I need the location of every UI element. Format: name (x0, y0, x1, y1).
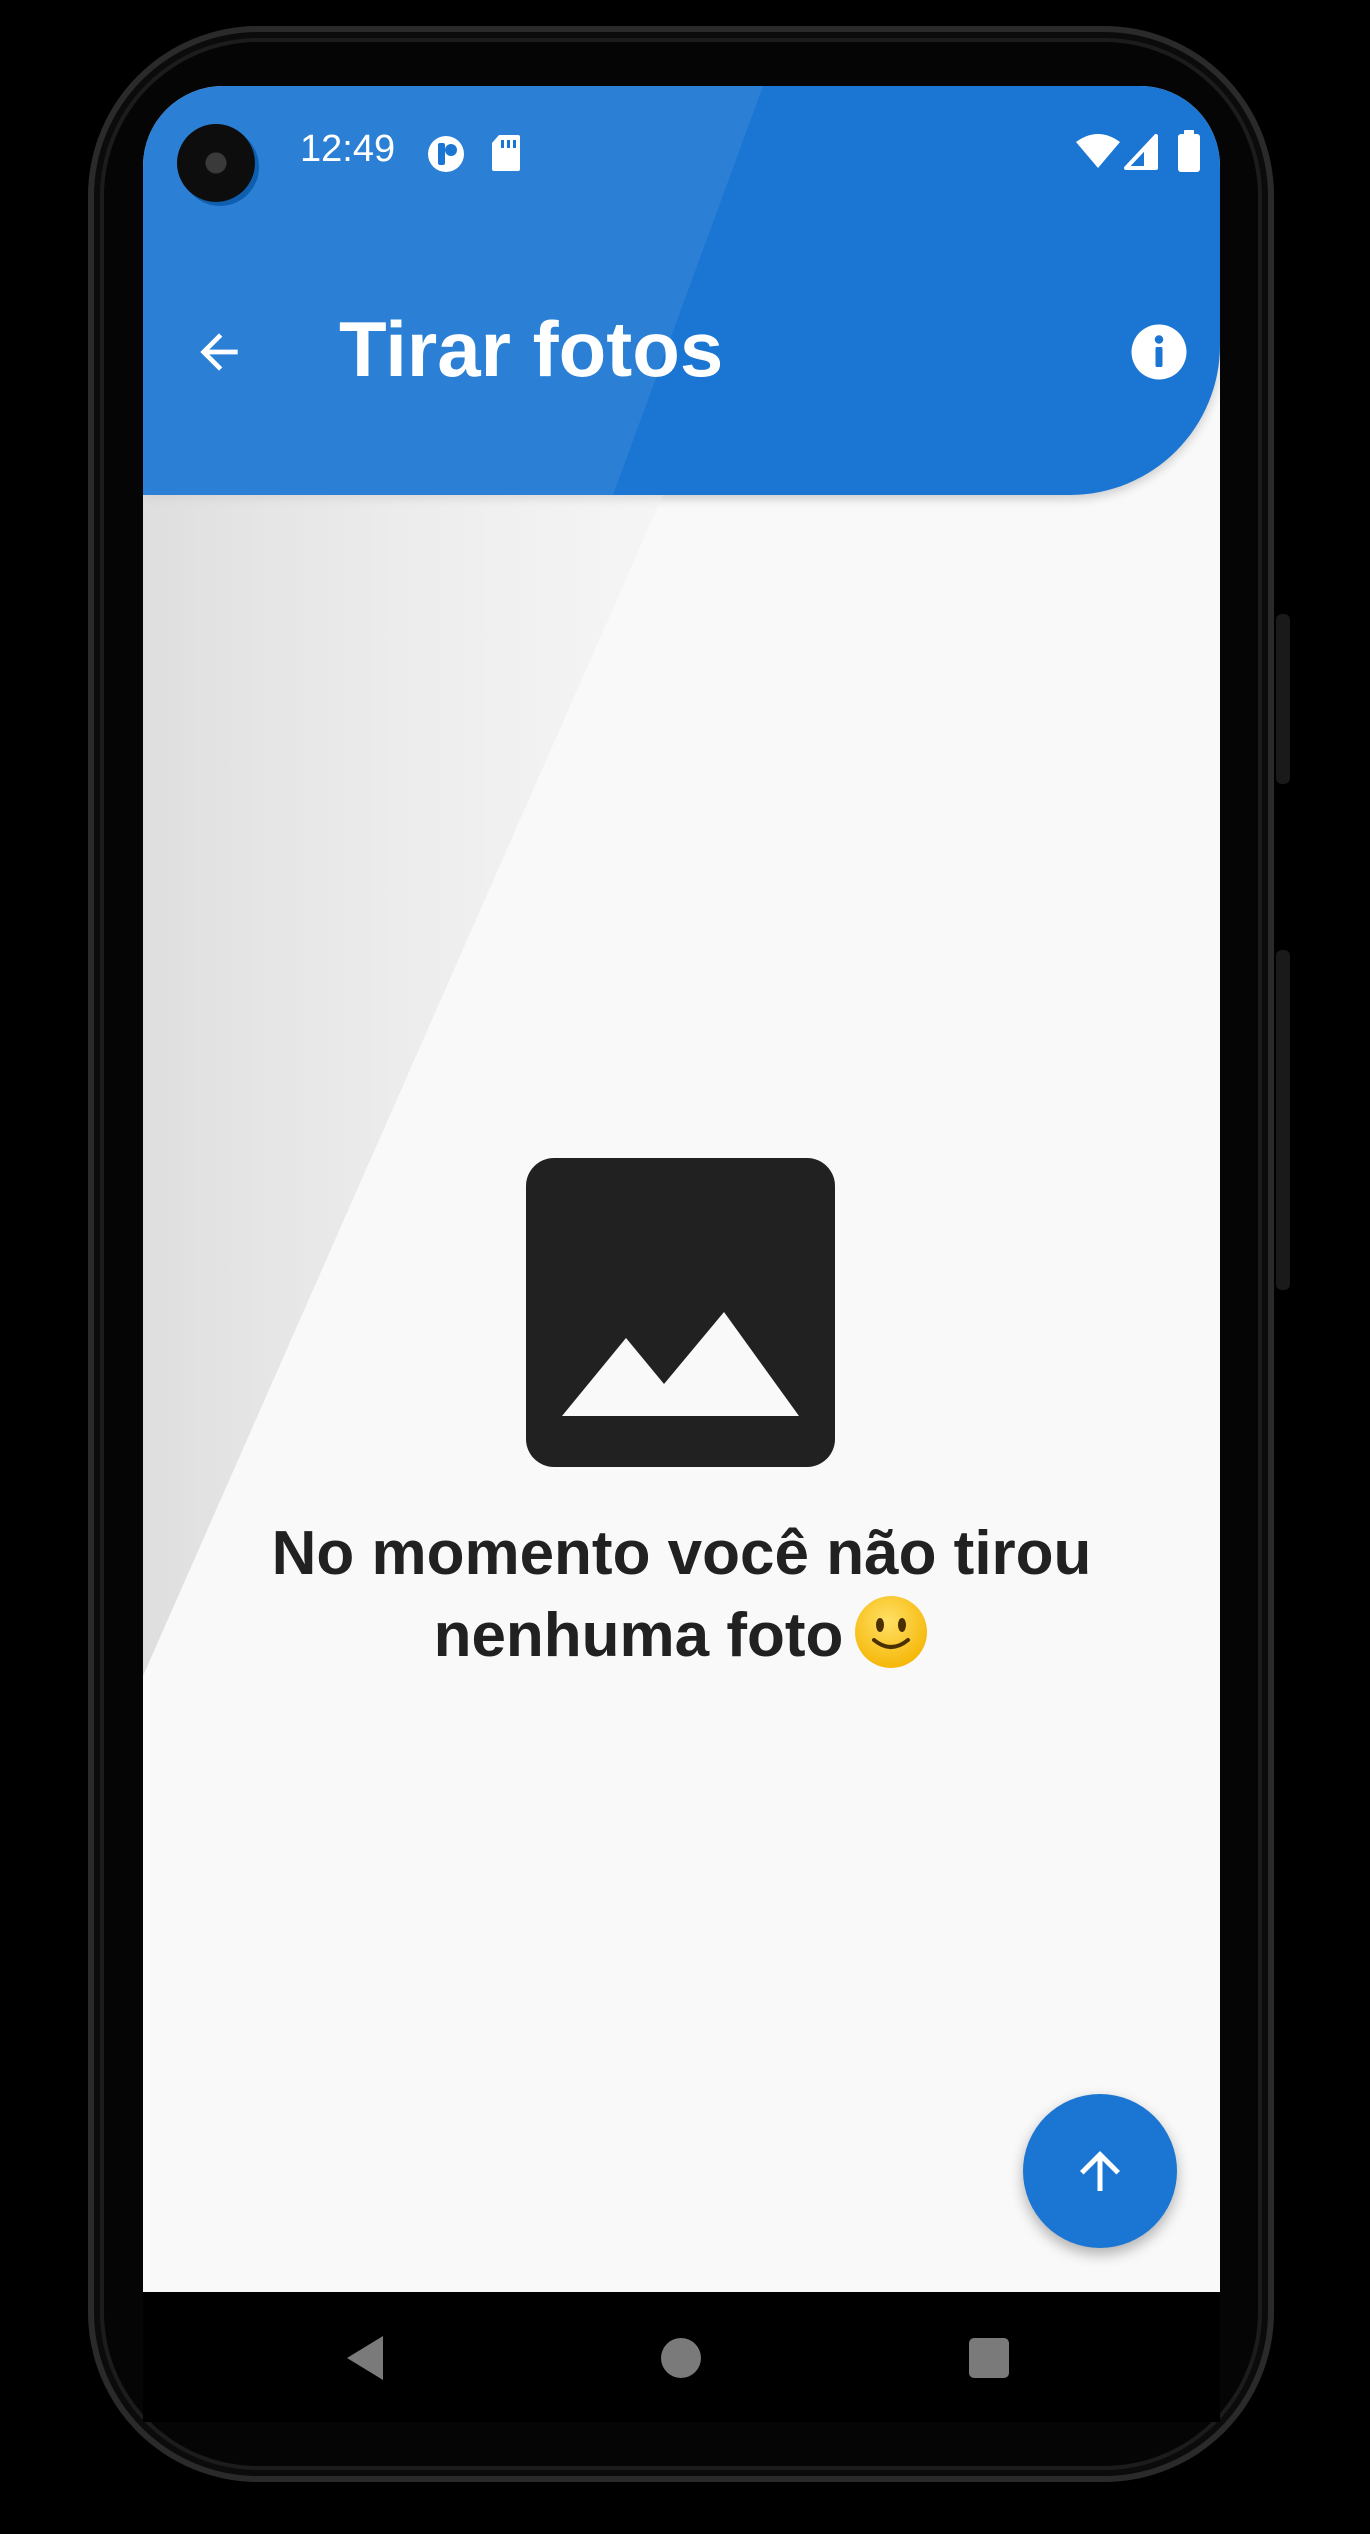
arrow-back-icon (200, 333, 238, 371)
back-button[interactable] (183, 316, 255, 388)
notification-app-icon (428, 136, 464, 172)
device-stage: 12:49 Tirar fotos No momento você não ti… (0, 0, 1370, 2534)
sd-card-icon (492, 135, 520, 171)
nav-recents-icon[interactable] (969, 2338, 1009, 2378)
status-bar: 12:49 (143, 86, 1220, 216)
battery-icon (1178, 130, 1200, 172)
signal-icon (1124, 134, 1158, 170)
info-button[interactable] (1123, 316, 1195, 388)
app-bar: 12:49 Tirar fotos (143, 86, 1220, 495)
info-icon (1131, 324, 1187, 380)
scroll-to-top-fab[interactable] (1023, 2094, 1177, 2248)
nav-back-icon[interactable] (343, 2334, 387, 2382)
wifi-icon (1076, 134, 1120, 168)
arrow-upward-icon (1080, 2151, 1120, 2191)
power-button (1276, 614, 1290, 784)
empty-state-message: No momento você não tirou nenhuma foto (203, 1514, 1160, 1676)
front-camera (177, 124, 255, 202)
navigation-bar (143, 2292, 1220, 2422)
volume-button (1276, 950, 1290, 1290)
nav-home-icon[interactable] (661, 2338, 701, 2378)
slightly-smiling-face-icon (855, 1596, 928, 1668)
page-title: Tirar fotos (339, 305, 724, 393)
empty-message-text: No momento você não tirou nenhuma foto (271, 1519, 1092, 1670)
toolbar: Tirar fotos (143, 296, 1220, 396)
image-placeholder-icon (526, 1158, 835, 1467)
status-time: 12:49 (300, 128, 396, 170)
screen: 12:49 Tirar fotos No momento você não ti… (143, 86, 1220, 2292)
